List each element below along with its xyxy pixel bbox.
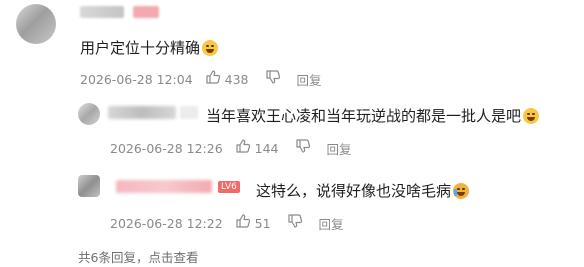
reply-avatar[interactable] xyxy=(78,175,100,197)
comment-meta: 2026-06-28 12:04 438 回复 xyxy=(80,69,322,89)
thumb-down-icon[interactable] xyxy=(295,138,311,158)
reply-date: 2026-06-28 12:22 xyxy=(110,215,223,231)
reply-user-tag-blurred xyxy=(180,106,198,119)
reply-button[interactable]: 回复 xyxy=(319,214,344,233)
avatar[interactable] xyxy=(16,4,56,44)
reply-username-blurred[interactable] xyxy=(116,180,212,193)
comment-date: 2026-06-28 12:04 xyxy=(80,71,193,87)
thumb-up-icon[interactable] xyxy=(205,69,221,89)
reply-date: 2026-06-28 12:26 xyxy=(110,140,223,156)
replies-footer: 共6条回复， 点击查看 xyxy=(78,247,198,266)
view-replies-link[interactable]: 点击查看 xyxy=(148,247,198,266)
reply-button[interactable]: 回复 xyxy=(297,70,322,89)
comment-body: 用户定位十分精确 xyxy=(80,37,219,58)
reply-body: 当年喜欢王心凌和当年玩逆战的都是一批人是吧 xyxy=(206,105,540,126)
thumb-down-icon[interactable] xyxy=(265,69,281,89)
thumb-up-icon[interactable] xyxy=(235,213,251,233)
reply-button[interactable]: 回复 xyxy=(327,139,352,158)
comment-text: 用户定位十分精确 xyxy=(80,39,201,57)
reply-avatar[interactable] xyxy=(78,103,100,125)
username-blurred[interactable] xyxy=(80,6,124,18)
thumb-up-icon[interactable] xyxy=(235,138,251,158)
level-badge: LV6 xyxy=(218,181,240,193)
reply-meta: 2026-06-28 12:26 144 回复 xyxy=(110,138,352,158)
laugh-emoji-icon xyxy=(523,107,540,124)
level-badge-wrap: LV6 xyxy=(218,181,240,193)
like-count: 144 xyxy=(254,140,279,156)
reply-text: 当年喜欢王心凌和当年玩逆战的都是一批人是吧 xyxy=(206,107,522,125)
user-tag-blurred xyxy=(133,6,159,18)
laugh-emoji-icon xyxy=(202,39,219,56)
reply-text: 这特么，说得好像也没啥毛病 xyxy=(256,182,452,200)
reply-body: 这特么，说得好像也没啥毛病 xyxy=(256,180,470,201)
reply-count-summary: 共6条回复， xyxy=(78,250,149,265)
reply-username-blurred[interactable] xyxy=(108,106,176,119)
like-count: 51 xyxy=(254,215,271,231)
crying-emoji-icon xyxy=(453,182,470,199)
thumb-down-icon[interactable] xyxy=(287,213,303,233)
reply-meta: 2026-06-28 12:22 51 回复 xyxy=(110,213,344,233)
like-count: 438 xyxy=(224,71,249,87)
